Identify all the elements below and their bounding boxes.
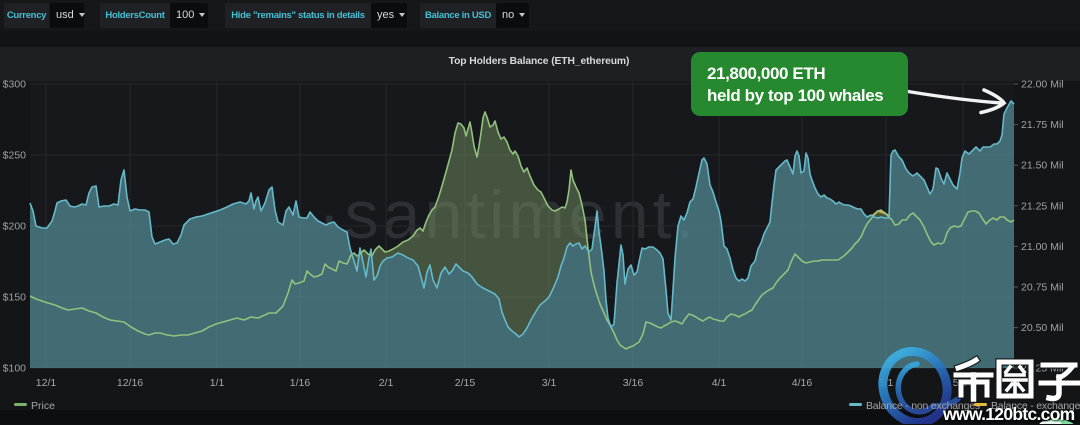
svg-text:1/1: 1/1 [210, 377, 225, 389]
svg-text:20.50 Mil: 20.50 Mil [1021, 322, 1064, 334]
svg-text:21.50 Mil: 21.50 Mil [1021, 160, 1064, 172]
svg-text:12/1: 12/1 [36, 377, 57, 389]
svg-text:20.75 Mil: 20.75 Mil [1021, 282, 1064, 294]
svg-text:22.00 Mil: 22.00 Mil [1021, 79, 1064, 91]
svg-text:21.00 Mil: 21.00 Mil [1021, 241, 1064, 253]
svg-text:4/16: 4/16 [792, 377, 813, 389]
svg-text:Top Holders Balance (ETH_ether: Top Holders Balance (ETH_ethereum) [449, 56, 630, 67]
svg-text:21.25 Mil: 21.25 Mil [1021, 200, 1064, 212]
svg-text:2/15: 2/15 [455, 377, 476, 389]
svg-text:Price: Price [31, 400, 55, 412]
svg-text:3/16: 3/16 [623, 377, 644, 389]
svg-text:21.75 Mil: 21.75 Mil [1021, 119, 1064, 131]
svg-text:2/1: 2/1 [379, 377, 394, 389]
svg-text:$250: $250 [3, 150, 27, 162]
svg-text:1/16: 1/16 [290, 377, 311, 389]
svg-text:$100: $100 [3, 363, 27, 375]
svg-text:3/1: 3/1 [542, 377, 557, 389]
svg-text:5/1: 5/1 [879, 377, 894, 389]
svg-text:$150: $150 [3, 292, 27, 304]
svg-text:$200: $200 [3, 221, 27, 233]
svg-text:$300: $300 [3, 79, 27, 91]
svg-text:20.25 Mil: 20.25 Mil [1021, 363, 1064, 375]
svg-text:4/1: 4/1 [712, 377, 727, 389]
svg-text:5/16: 5/16 [953, 377, 974, 389]
svg-text:12/16: 12/16 [117, 377, 143, 389]
